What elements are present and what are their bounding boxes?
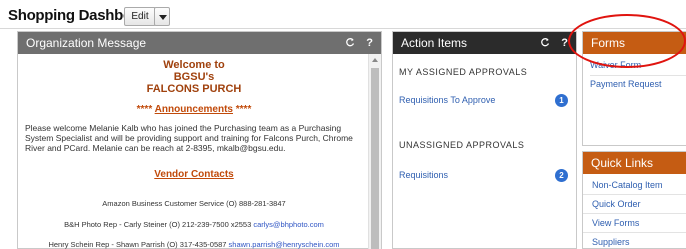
welcome-line-1: Welcome to — [163, 59, 225, 71]
refresh-icon[interactable] — [345, 37, 358, 49]
quick-link-quick-order[interactable]: Quick Order — [583, 195, 686, 214]
contact-line: Amazon Business Customer Service (O) 888… — [18, 199, 370, 208]
contact-text: B&H Photo Rep - Carly Steiner (O) 212-23… — [64, 220, 254, 229]
stars-left: **** — [136, 104, 153, 115]
refresh-icon[interactable] — [540, 37, 553, 49]
vendor-contacts-link[interactable]: Vendor Contacts — [18, 169, 370, 180]
organization-message-title: Organization Message — [26, 36, 147, 50]
requisitions-to-approve-link[interactable]: Requisitions To Approve — [399, 95, 495, 105]
stars-right: **** — [235, 104, 252, 115]
payment-request-link[interactable]: Payment Request — [590, 79, 662, 89]
scroll-up-icon[interactable] — [372, 58, 378, 62]
assigned-count-badge: 1 — [555, 94, 568, 107]
edit-button[interactable]: Edit — [124, 7, 156, 26]
scrollbar-thumb[interactable] — [371, 68, 379, 249]
highlight-circle — [568, 14, 686, 68]
welcome-line-2: BGSU's — [173, 71, 215, 83]
contact-text: Henry Schein Rep - Shawn Parrish (O) 317… — [48, 240, 229, 249]
contact-email-link[interactable]: shawn.parrish@henryschein.com — [229, 240, 340, 249]
quick-links-header: Quick Links — [583, 152, 686, 174]
quick-links-panel: Quick Links Non-Catalog Item Quick Order… — [582, 151, 686, 249]
quick-links-title: Quick Links — [591, 156, 654, 170]
announcement-text: Please welcome Melanie Kalb who has join… — [25, 123, 353, 153]
quick-link-non-catalog-item[interactable]: Non-Catalog Item — [583, 176, 686, 195]
unassigned-approvals-title: UNASSIGNED APPROVALS — [399, 140, 525, 150]
quick-link-suppliers[interactable]: Suppliers — [583, 233, 686, 249]
requisitions-link[interactable]: Requisitions — [399, 170, 448, 180]
contact-line: Henry Schein Rep - Shawn Parrish (O) 317… — [18, 240, 370, 249]
assigned-approvals-title: MY ASSIGNED APPROVALS — [399, 67, 528, 77]
contact-text: Amazon Business Customer Service (O) 888… — [102, 199, 286, 208]
chevron-down-icon — [159, 15, 167, 20]
organization-message-panel: Organization Message ? Welcome to BGSU's… — [17, 31, 382, 249]
org-message-scrollbar[interactable] — [368, 54, 381, 249]
unassigned-count-badge: 2 — [555, 169, 568, 182]
dashboard-dropdown-button[interactable] — [154, 7, 170, 26]
announcements-heading: **** Announcements **** — [18, 104, 370, 115]
help-icon[interactable]: ? — [366, 37, 373, 49]
contact-line: B&H Photo Rep - Carly Steiner (O) 212-23… — [18, 220, 370, 229]
action-items-title: Action Items — [401, 36, 468, 50]
organization-message-header: Organization Message ? — [18, 32, 381, 54]
action-items-panel: Action Items ? MY ASSIGNED APPROVALS Req… — [392, 31, 577, 249]
announcements-link[interactable]: Announcements — [155, 104, 233, 115]
help-icon[interactable]: ? — [561, 37, 568, 49]
action-items-header: Action Items ? — [393, 32, 576, 54]
welcome-line-3: FALCONS PURCH — [146, 83, 242, 95]
forms-divider — [590, 75, 686, 76]
organization-message-body: Welcome to BGSU's FALCONS PURCH **** Ann… — [18, 54, 370, 249]
contact-email-link[interactable]: carlys@bhphoto.com — [253, 220, 324, 229]
quick-link-view-forms[interactable]: View Forms — [583, 214, 686, 233]
